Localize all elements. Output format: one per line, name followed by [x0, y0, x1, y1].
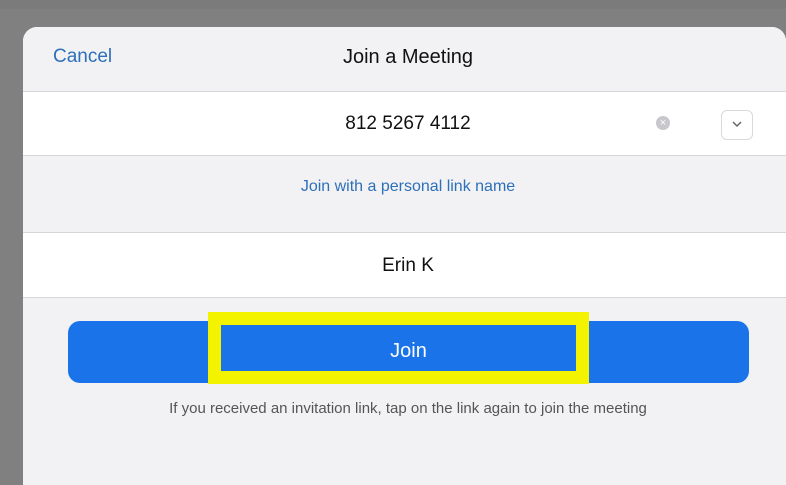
display-name-row: Erin K	[23, 233, 786, 298]
join-meeting-sheet: Cancel Join a Meeting 812 5267 4112 × Jo…	[23, 27, 786, 485]
sheet-header: Cancel Join a Meeting	[23, 27, 786, 92]
chevron-down-icon	[732, 121, 742, 128]
meeting-id-row: 812 5267 4112 ×	[23, 92, 786, 156]
top-strip	[0, 0, 786, 9]
display-name-input[interactable]: Erin K	[23, 255, 786, 277]
meeting-history-dropdown-button[interactable]	[721, 110, 753, 140]
personal-link-row: Join with a personal link name	[23, 156, 786, 233]
meeting-id-input[interactable]: 812 5267 4112	[23, 113, 786, 135]
clear-icon[interactable]: ×	[656, 116, 670, 130]
page-title: Join a Meeting	[342, 46, 474, 68]
join-button-label: Join	[390, 340, 427, 362]
join-button[interactable]: Join	[68, 321, 749, 383]
invitation-hint: If you received an invitation link, tap …	[169, 400, 647, 417]
personal-link-button[interactable]: Join with a personal link name	[23, 178, 786, 196]
